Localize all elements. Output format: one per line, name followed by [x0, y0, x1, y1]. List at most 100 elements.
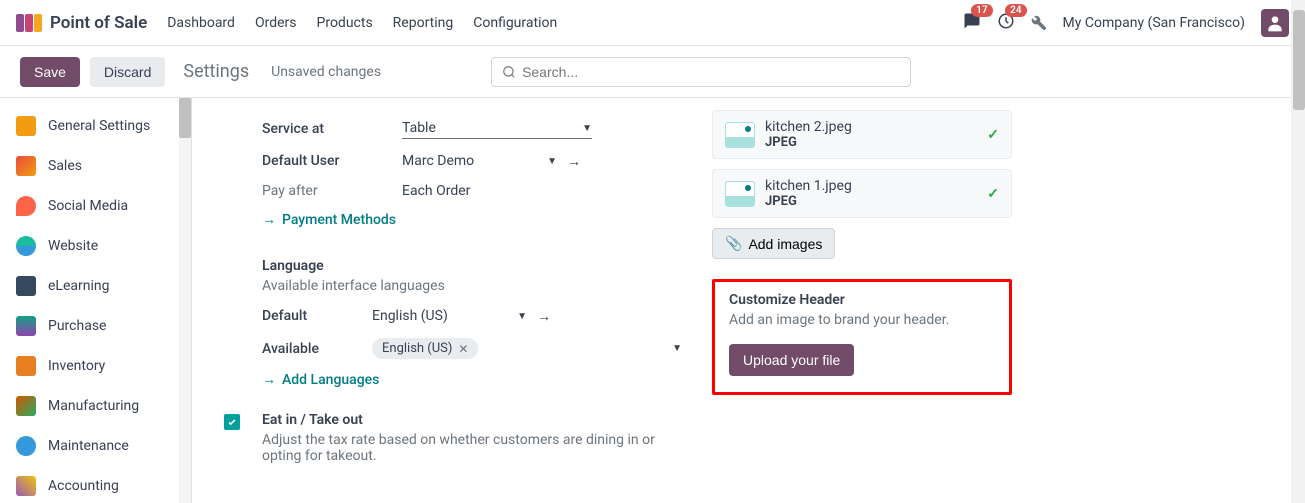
tools-icon[interactable] — [1031, 15, 1047, 31]
sidebar-item-manufacturing[interactable]: Manufacturing — [0, 386, 191, 426]
settings-sidebar: General Settings Sales Social Media Webs… — [0, 98, 192, 503]
pay-after-label: Pay after — [262, 183, 402, 199]
sidebar-label: Social Media — [48, 198, 128, 214]
image-thumb-icon — [725, 122, 755, 148]
top-navbar: Point of Sale Dashboard Orders Products … — [0, 0, 1305, 46]
file-item[interactable]: kitchen 1.jpeg JPEG ✓ — [712, 169, 1012, 218]
globe-icon — [16, 236, 36, 256]
page-title: Settings — [183, 61, 249, 82]
box-icon — [16, 356, 36, 376]
language-title: Language — [262, 258, 682, 274]
default-user-label: Default User — [262, 153, 402, 169]
arrow-right-icon: → — [262, 211, 276, 228]
payment-methods-link[interactable]: → Payment Methods — [262, 211, 396, 228]
purchase-icon — [16, 316, 36, 336]
chart-icon — [16, 476, 36, 496]
default-lang-value: English (US) — [372, 308, 448, 324]
service-at-value: Table — [402, 120, 436, 136]
paperclip-icon: 📎 — [725, 235, 742, 252]
arrow-right-icon: → — [262, 371, 276, 388]
file-type: JPEG — [765, 194, 977, 209]
activity-icon[interactable]: 24 — [997, 12, 1015, 34]
sidebar-label: Website — [48, 238, 98, 254]
chevron-down-icon: ▼ — [582, 123, 592, 134]
service-at-select[interactable]: Table ▼ — [402, 118, 592, 139]
sidebar-label: eLearning — [48, 278, 109, 294]
search-icon — [502, 65, 516, 79]
eatin-title: Eat in / Take out — [262, 412, 682, 428]
messages-icon[interactable]: 17 — [963, 12, 981, 34]
settings-content: Service at Table ▼ Default User Marc Dem… — [192, 98, 1305, 503]
chevron-down-icon: ▼ — [517, 311, 527, 322]
save-button[interactable]: Save — [20, 57, 80, 87]
chevron-down-icon: ▼ — [547, 156, 557, 167]
search-input[interactable] — [522, 64, 900, 80]
nav-products[interactable]: Products — [317, 15, 373, 31]
nav-configuration[interactable]: Configuration — [473, 15, 557, 31]
sidebar-label: Accounting — [48, 478, 119, 494]
default-lang-select[interactable]: English (US) ▼ — [372, 306, 527, 326]
lang-tag[interactable]: English (US) ✕ — [372, 338, 478, 359]
search-box[interactable] — [491, 57, 911, 87]
user-avatar[interactable] — [1261, 9, 1289, 37]
customize-header-panel: Customize Header Add an image to brand y… — [712, 279, 1012, 395]
sidebar-item-elearning[interactable]: eLearning — [0, 266, 191, 306]
sidebar-item-sales[interactable]: Sales — [0, 146, 191, 186]
external-link-icon[interactable]: → — [537, 308, 551, 325]
app-logo[interactable]: Point of Sale — [16, 13, 147, 33]
graduation-icon — [16, 276, 36, 296]
add-languages-link[interactable]: → Add Languages — [262, 371, 379, 388]
sidebar-item-general[interactable]: General Settings — [0, 106, 191, 146]
heart-icon — [16, 196, 36, 216]
external-link-icon[interactable]: → — [567, 153, 581, 170]
file-name: kitchen 1.jpeg — [765, 178, 977, 194]
sidebar-label: Purchase — [48, 318, 106, 334]
activity-badge: 24 — [1005, 4, 1026, 17]
default-user-select[interactable]: Marc Demo ▼ — [402, 151, 557, 171]
sidebar-label: General Settings — [48, 118, 150, 134]
company-selector[interactable]: My Company (San Francisco) — [1063, 15, 1245, 31]
check-icon: ✓ — [987, 186, 999, 202]
sidebar-item-accounting[interactable]: Accounting — [0, 466, 191, 503]
sidebar-scrollbar[interactable] — [179, 98, 191, 503]
action-bar: Save Discard Settings Unsaved changes — [0, 46, 1305, 98]
service-at-label: Service at — [262, 121, 402, 137]
sidebar-label: Maintenance — [48, 438, 129, 454]
image-thumb-icon — [725, 181, 755, 207]
nav-orders[interactable]: Orders — [255, 15, 297, 31]
page-scrollbar[interactable] — [1291, 0, 1305, 503]
default-lang-label: Default — [262, 308, 372, 324]
upload-file-button[interactable]: Upload your file — [729, 344, 854, 376]
language-desc: Available interface languages — [262, 278, 682, 294]
pay-after-value: Each Order — [402, 183, 470, 199]
nav-reporting[interactable]: Reporting — [393, 15, 454, 31]
remove-tag-icon[interactable]: ✕ — [458, 342, 468, 356]
gear-icon — [16, 116, 36, 136]
discard-button[interactable]: Discard — [90, 57, 165, 87]
sidebar-label: Inventory — [48, 358, 105, 374]
sidebar-item-maintenance[interactable]: Maintenance — [0, 426, 191, 466]
sidebar-item-inventory[interactable]: Inventory — [0, 346, 191, 386]
nav-dashboard[interactable]: Dashboard — [167, 15, 235, 31]
customize-desc: Add an image to brand your header. — [729, 312, 995, 328]
nav-links: Dashboard Orders Products Reporting Conf… — [167, 15, 557, 31]
chevron-down-icon[interactable]: ▼ — [672, 343, 682, 354]
eatin-desc: Adjust the tax rate based on whether cus… — [262, 432, 662, 464]
sales-icon — [16, 156, 36, 176]
file-type: JPEG — [765, 135, 977, 150]
tool-icon — [16, 436, 36, 456]
file-item[interactable]: kitchen 2.jpeg JPEG ✓ — [712, 110, 1012, 159]
sidebar-item-purchase[interactable]: Purchase — [0, 306, 191, 346]
sidebar-item-social[interactable]: Social Media — [0, 186, 191, 226]
add-images-button[interactable]: 📎 Add images — [712, 228, 835, 259]
sidebar-item-website[interactable]: Website — [0, 226, 191, 266]
app-title: Point of Sale — [50, 13, 147, 33]
available-lang-label: Available — [262, 341, 372, 357]
sidebar-label: Manufacturing — [48, 398, 139, 414]
check-icon: ✓ — [987, 127, 999, 143]
messages-badge: 17 — [971, 4, 992, 17]
wrench-icon — [16, 396, 36, 416]
customize-title: Customize Header — [729, 292, 995, 308]
eatin-checkbox[interactable] — [224, 414, 240, 430]
default-user-value: Marc Demo — [402, 153, 474, 169]
